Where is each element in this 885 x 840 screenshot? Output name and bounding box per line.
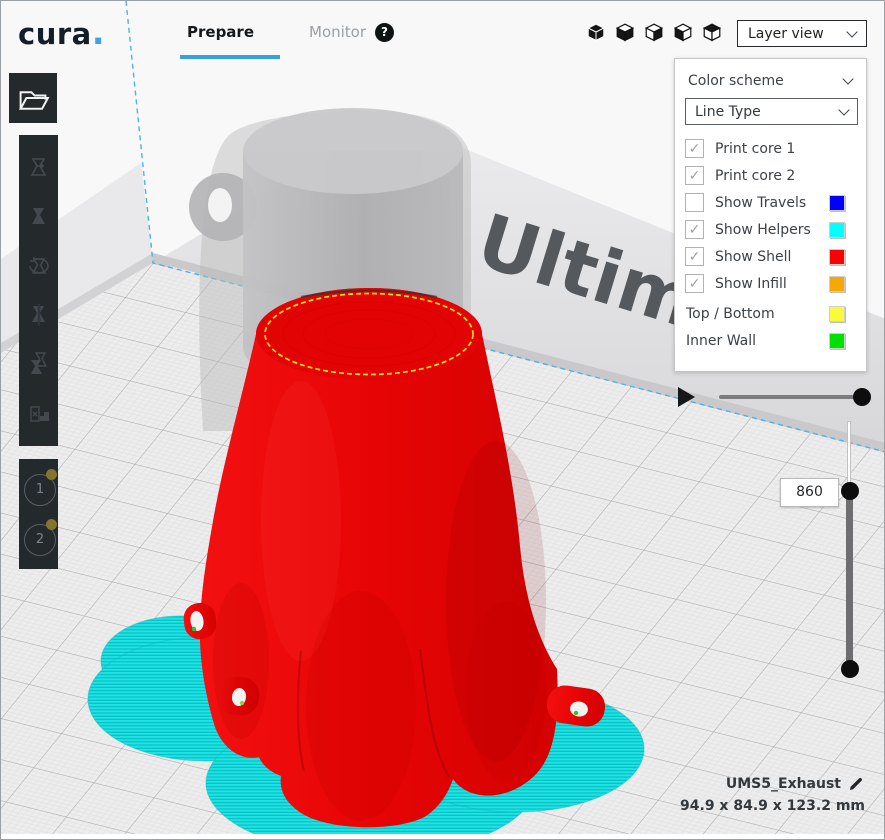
extruder-panel: 1 2 <box>19 459 58 569</box>
label-show-travels: Show Travels <box>715 195 806 211</box>
simulation-slider-handle[interactable] <box>853 388 871 406</box>
model-dimensions: 94.9 x 84.9 x 123.2 mm <box>680 798 865 814</box>
checkbox-show-shell[interactable]: ✓ <box>685 247 704 266</box>
label-inner-wall: Inner Wall <box>686 333 756 349</box>
label-show-helpers: Show Helpers <box>715 222 811 238</box>
tool-panel <box>19 135 58 446</box>
layer-slider-range[interactable] <box>846 491 853 671</box>
swatch-inner-wall <box>829 333 845 349</box>
model-name: UMS5_Exhaust <box>726 776 841 792</box>
layer-value-tooltip[interactable]: 860 <box>780 478 839 507</box>
row-inner-wall: Inner Wall <box>685 331 858 351</box>
label-top-bottom: Top / Bottom <box>686 306 775 322</box>
color-scheme-dropdown[interactable]: Line Type <box>685 98 858 125</box>
open-folder-icon <box>14 81 52 115</box>
row-show-shell: ✓ Show Shell <box>685 247 858 267</box>
layer-view-panel: Color scheme Line Type ✓ Print core 1 ✓ … <box>674 58 867 372</box>
mirror-tool-icon[interactable] <box>26 302 52 328</box>
swatch-infill <box>829 276 845 292</box>
label-show-infill: Show Infill <box>715 276 787 292</box>
color-scheme-value: Line Type <box>695 104 840 120</box>
cura-window: Ultim <box>0 0 885 840</box>
monitor-help-icon[interactable]: ? <box>375 23 394 42</box>
view-mode-value: Layer view <box>748 26 848 42</box>
per-model-settings-icon[interactable] <box>26 351 52 377</box>
row-print-core-2: ✓ Print core 2 <box>685 166 858 186</box>
swatch-shell <box>829 249 845 265</box>
label-print-core-2: Print core 2 <box>715 168 795 184</box>
checkbox-print-core-1[interactable]: ✓ <box>685 139 704 158</box>
extruder-1-material-dot <box>46 469 57 480</box>
chevron-down-icon <box>838 104 849 115</box>
view-3d-icon[interactable] <box>586 22 606 42</box>
swatch-top-bottom <box>829 306 845 322</box>
move-tool-icon[interactable] <box>26 155 52 181</box>
open-file-button[interactable] <box>9 73 57 123</box>
scale-tool-icon[interactable] <box>26 204 52 230</box>
view-mode-dropdown[interactable]: Layer view <box>737 20 867 47</box>
logo-dot: . <box>92 13 105 53</box>
view-left-icon[interactable] <box>673 22 693 42</box>
tab-monitor[interactable]: Monitor <box>309 23 366 41</box>
view-front-icon[interactable] <box>615 22 635 42</box>
edit-pencil-icon[interactable] <box>848 775 865 792</box>
chevron-down-icon <box>846 26 857 37</box>
cura-logo: cura. <box>18 13 105 53</box>
color-scheme-label: Color scheme <box>688 73 784 89</box>
label-print-core-1: Print core 1 <box>715 141 795 157</box>
label-show-shell: Show Shell <box>715 249 791 265</box>
swatch-travels <box>829 195 845 211</box>
row-show-helpers: ✓ Show Helpers <box>685 220 858 240</box>
checkbox-print-core-2[interactable]: ✓ <box>685 166 704 185</box>
view-right-icon[interactable] <box>702 22 722 42</box>
active-tab-underline <box>180 55 280 59</box>
tab-prepare[interactable]: Prepare <box>187 23 254 41</box>
model-info: UMS5_Exhaust 94.9 x 84.9 x 123.2 mm <box>680 775 865 814</box>
window-bottom-strip <box>1 834 885 840</box>
extruder-2-material-dot <box>46 519 57 530</box>
top-bar: cura. Prepare Monitor ? <box>1 1 885 61</box>
camera-view-toolbar <box>586 22 722 42</box>
support-blocker-icon[interactable] <box>26 400 52 426</box>
checkbox-show-travels[interactable] <box>685 193 704 212</box>
rotate-tool-icon[interactable] <box>26 253 52 279</box>
checkbox-show-helpers[interactable]: ✓ <box>685 220 704 239</box>
row-show-travels: Show Travels <box>685 193 858 213</box>
chevron-down-icon[interactable] <box>842 73 853 84</box>
simulation-play-button[interactable] <box>678 387 695 407</box>
view-top-icon[interactable] <box>644 22 664 42</box>
layer-slider-bottom-handle[interactable] <box>841 660 859 678</box>
row-print-core-1: ✓ Print core 1 <box>685 139 858 159</box>
row-show-infill: ✓ Show Infill <box>685 274 858 294</box>
simulation-slider-track[interactable] <box>719 395 865 399</box>
checkbox-show-infill[interactable]: ✓ <box>685 274 704 293</box>
swatch-helpers <box>829 222 845 238</box>
row-top-bottom: Top / Bottom <box>685 304 858 324</box>
layer-slider-top-handle[interactable] <box>841 482 859 500</box>
